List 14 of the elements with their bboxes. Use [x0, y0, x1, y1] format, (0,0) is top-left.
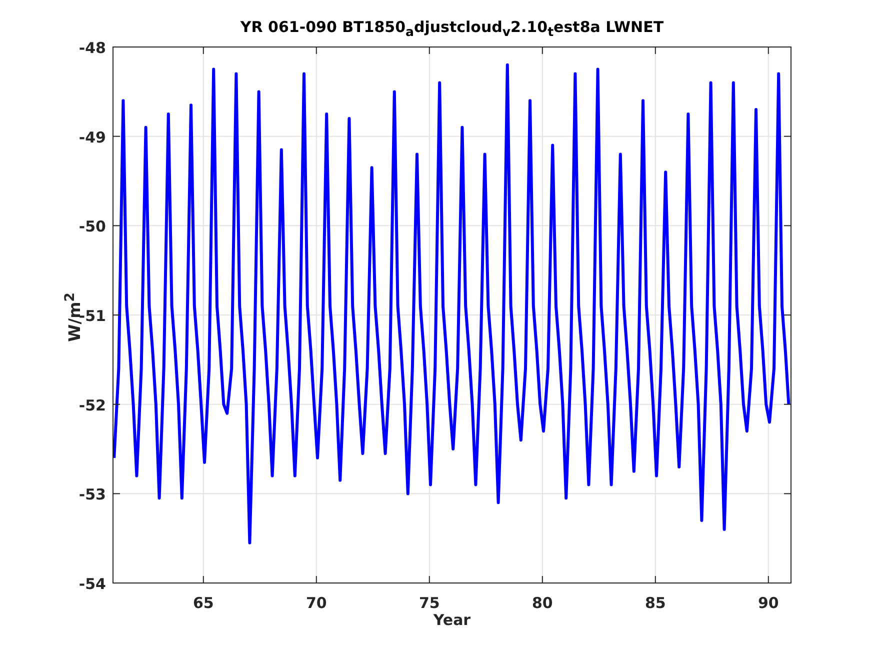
- y-tick-label: -54: [78, 575, 106, 593]
- x-tick-label: 80: [532, 594, 553, 612]
- x-tick-label: 70: [306, 594, 327, 612]
- x-axis-label: Year: [433, 611, 471, 629]
- y-tick-label: -48: [78, 39, 106, 57]
- x-tick-label: 65: [192, 594, 214, 612]
- x-tick-label: 85: [644, 594, 666, 612]
- x-tick-label: 75: [418, 594, 440, 612]
- chart-title: YR 061-090 BT1850$_{a}$djustcloud$_{v}$2.10$_{t}$est8a LWNET: [239, 18, 665, 41]
- y-tick-label: -53: [78, 486, 106, 504]
- y-tick-label: -52: [78, 396, 106, 414]
- x-tick-label: 90: [758, 594, 779, 612]
- y-tick-label: -50: [78, 218, 106, 236]
- y-tick-label: -49: [78, 128, 106, 146]
